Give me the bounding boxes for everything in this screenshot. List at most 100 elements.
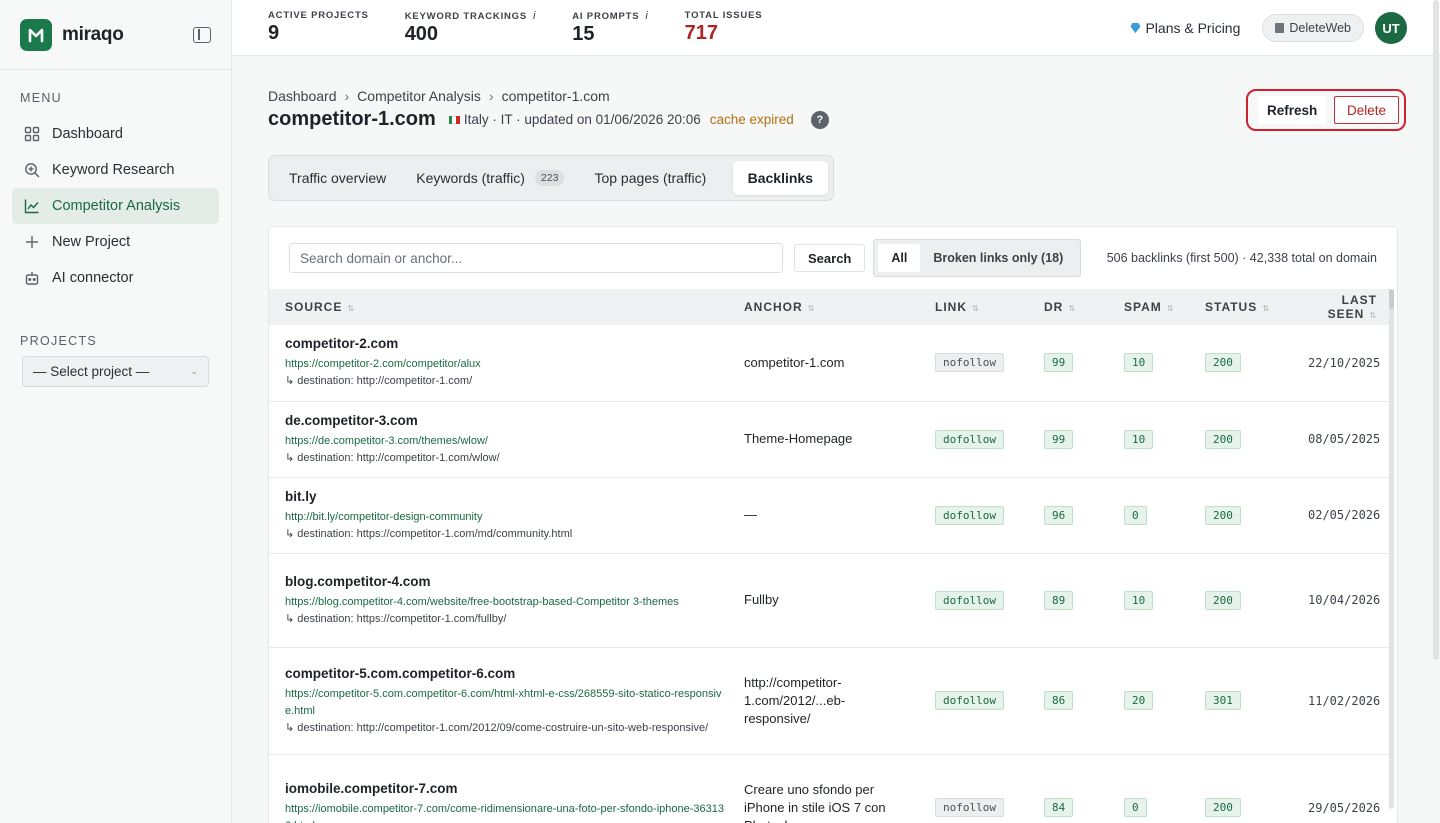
refresh-button[interactable]: Refresh	[1258, 96, 1327, 124]
sidebar-item-dashboard[interactable]: Dashboard	[12, 116, 219, 152]
dr-badge: 99	[1044, 353, 1074, 373]
source-url[interactable]: https://iomobile.competitor-7.com/come-r…	[285, 801, 728, 823]
chevron-down-icon: ⌄	[190, 366, 198, 376]
sidebar-item-competitor-analysis[interactable]: Competitor Analysis	[12, 188, 219, 224]
sidebar-item-label: Dashboard	[52, 126, 123, 142]
stat-label: ACTIVE PROJECTS	[268, 10, 369, 21]
chevron-right-icon: ›	[344, 88, 350, 104]
stat-label: KEYWORD TRACKINGS	[404, 11, 528, 22]
backlinks-table: SOURCE ⇅ ANCHOR ⇅ LINK ⇅ DR ⇅ SPAM ⇅ STATUS ⇅ …	[269, 289, 1391, 823]
table-scrollbar[interactable]	[1389, 289, 1394, 809]
grid-icon	[24, 126, 40, 142]
link-filter-toggle: All Broken links only (18)	[873, 239, 1082, 277]
sidebar: miraqo MENU Dashboard Keyword Research C…	[0, 0, 232, 823]
status-badge: 200	[1205, 798, 1241, 817]
column-header-last-seen[interactable]: LAST SEEN ⇅	[1292, 289, 1391, 325]
sort-icon: ⇅	[1262, 304, 1270, 313]
cell-last-seen: 11/02/2026	[1292, 647, 1391, 755]
column-header-link[interactable]: LINK ⇅	[919, 289, 1028, 325]
tab-label: Top pages (traffic)	[594, 170, 707, 186]
source-url[interactable]: http://bit.ly/competitor-design-communit…	[285, 509, 728, 526]
page-scrollbar[interactable]	[1433, 0, 1439, 660]
help-icon[interactable]: ?	[810, 110, 829, 129]
table-row: bit.ly http://bit.ly/competitor-design-c…	[269, 477, 1391, 554]
filter-all[interactable]: All	[878, 244, 921, 272]
cell-last-seen: 10/04/2026	[1292, 553, 1391, 648]
backlinks-summary: 506 backlinks (first 500) · 42,338 total…	[1106, 251, 1377, 265]
column-header-spam[interactable]: SPAM ⇅	[1108, 289, 1189, 325]
sidebar-item-new-project[interactable]: New Project	[12, 224, 219, 260]
source-domain[interactable]: competitor-2.com	[285, 336, 728, 351]
tab-traffic-overview[interactable]: Traffic overview	[274, 161, 401, 195]
top-bar: ACTIVE PROJECTS 9 KEYWORD TRACKINGS i 400…	[232, 0, 1440, 56]
info-icon[interactable]: i	[533, 10, 536, 22]
plans-pricing-link[interactable]: Plans & Pricing	[1130, 20, 1240, 36]
source-domain[interactable]: de.competitor-3.com	[285, 413, 728, 428]
cell-status: 200	[1189, 325, 1292, 402]
sort-icon: ⇅	[1068, 304, 1077, 313]
cell-status: 301	[1189, 647, 1292, 755]
cell-last-seen: 02/05/2026	[1292, 477, 1391, 554]
cell-anchor: competitor-1.com	[728, 325, 919, 402]
table-row: competitor-5.com.competitor-6.com https:…	[269, 647, 1391, 755]
stat-label: AI PROMPTS	[572, 11, 640, 22]
source-domain[interactable]: competitor-5.com.competitor-6.com	[285, 666, 728, 681]
info-icon[interactable]: i	[645, 10, 648, 22]
cell-source: blog.competitor-4.com https://blog.compe…	[269, 553, 728, 648]
column-header-dr[interactable]: DR ⇅	[1028, 289, 1108, 325]
filter-broken-links[interactable]: Broken links only (18)	[920, 244, 1076, 272]
cell-anchor: Creare uno sfondo per iPhone in stile iO…	[728, 754, 919, 823]
cell-status: 200	[1189, 553, 1292, 648]
link-type-badge: dofollow	[935, 691, 1004, 710]
breadcrumb-current: competitor-1.com	[501, 88, 610, 104]
table-scrollbar-thumb[interactable]	[1389, 289, 1394, 309]
breadcrumb-item[interactable]: Dashboard	[268, 88, 337, 104]
sidebar-item-label: Keyword Research	[52, 162, 175, 178]
cell-source: de.competitor-3.com https://de.competito…	[269, 401, 728, 478]
status-badge: 301	[1205, 691, 1241, 710]
tab-top-pages-traffic[interactable]: Top pages (traffic)	[579, 161, 721, 195]
column-header-source[interactable]: SOURCE ⇅	[269, 289, 728, 325]
cell-dr: 84	[1028, 754, 1108, 823]
link-type-badge: dofollow	[935, 429, 1004, 449]
source-domain[interactable]: blog.competitor-4.com	[285, 574, 728, 589]
cell-dr: 96	[1028, 477, 1108, 554]
workspace-switcher[interactable]: DeleteWeb	[1262, 14, 1364, 42]
sidebar-toggle-icon[interactable]	[193, 26, 211, 43]
table-row: blog.competitor-4.com https://blog.compe…	[269, 553, 1391, 648]
filter-row: Search All Broken links only (18) 506 ba…	[269, 227, 1397, 289]
cell-spam: 10	[1108, 325, 1189, 402]
search-button[interactable]: Search	[794, 244, 866, 272]
breadcrumb-item[interactable]: Competitor Analysis	[357, 88, 481, 104]
source-url[interactable]: https://competitor-5.com.competitor-6.co…	[285, 686, 728, 720]
tab-backlinks[interactable]: Backlinks	[732, 161, 828, 195]
delete-button[interactable]: Delete	[1333, 96, 1399, 124]
gem-icon	[1130, 23, 1141, 33]
project-select[interactable]: — Select project — ⌄	[22, 356, 209, 387]
sidebar-item-ai-connector[interactable]: AI connector	[12, 260, 219, 296]
cell-anchor: Theme-Homepage	[728, 401, 919, 478]
cache-status: cache expired	[709, 112, 794, 127]
workspace-label: DeleteWeb	[1289, 21, 1351, 35]
logo-icon[interactable]	[20, 18, 52, 51]
search-input[interactable]	[289, 243, 783, 273]
page-meta: Italy · IT · updated on 01/06/2026 20:06…	[448, 112, 794, 127]
source-domain[interactable]: iomobile.competitor-7.com	[285, 781, 728, 796]
source-domain[interactable]: bit.ly	[285, 489, 728, 504]
source-url[interactable]: https://de.competitor-3.com/themes/wlow/	[285, 433, 728, 450]
cell-link: dofollow	[919, 477, 1028, 554]
sidebar-item-keyword-research[interactable]: Keyword Research	[12, 152, 219, 188]
column-label: ANCHOR	[744, 300, 803, 314]
destination-url: ↳ destination: https://competitor-1.com/…	[285, 527, 573, 540]
tab-label: Backlinks	[747, 170, 813, 186]
sidebar-item-label: New Project	[52, 234, 131, 250]
source-url[interactable]: https://competitor-2.com/competitor/alux	[285, 356, 728, 373]
cell-link: nofollow	[919, 754, 1028, 823]
source-url[interactable]: https://blog.competitor-4.com/website/fr…	[285, 594, 728, 611]
tab-keywords-traffic[interactable]: Keywords (traffic) 223	[401, 161, 579, 195]
avatar[interactable]: UT	[1375, 12, 1407, 44]
spam-badge: 10	[1124, 590, 1154, 610]
column-header-status[interactable]: STATUS ⇅	[1189, 289, 1292, 325]
line-chart-icon	[24, 198, 40, 214]
column-header-anchor[interactable]: ANCHOR ⇅	[728, 289, 919, 325]
